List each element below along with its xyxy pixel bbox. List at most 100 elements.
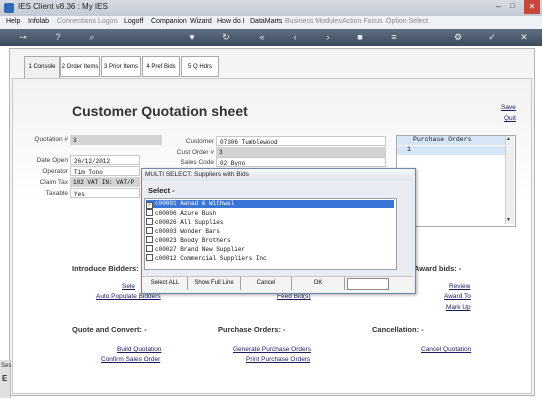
mark-up-link[interactable]: Mark Up	[446, 304, 471, 311]
key-icon[interactable]: ⊸	[14, 32, 32, 43]
cancel-button[interactable]: Cancel	[241, 277, 292, 290]
cust-order-label: Cust Order #	[176, 149, 214, 156]
toolbar: ⊸ ? ⌕ ♥ ↻ « ‹ › ■ ≡ ⚙ ✓ ✕	[0, 29, 542, 46]
generate-purchase-orders-link[interactable]: Generate Purchase Orders	[233, 346, 311, 353]
feed-bids-link[interactable]: Feed Bid(s)	[277, 293, 311, 300]
purchase-orders-header: Purchase Orders	[397, 136, 505, 145]
list-item[interactable]: c00026 All Supplies	[146, 218, 394, 226]
cust-order-field[interactable]: 3	[216, 147, 386, 157]
menu-help[interactable]: Help	[6, 18, 20, 25]
checkbox-icon[interactable]	[146, 254, 153, 261]
quotation-label: Quotation #	[34, 136, 68, 143]
taxable-field[interactable]: Yes	[70, 188, 140, 198]
filter-input[interactable]	[347, 278, 389, 290]
left-edge-letter: E	[2, 374, 8, 383]
operator-label: Operator	[42, 168, 68, 175]
tab-order-items[interactable]: 2 Order Items	[60, 56, 100, 77]
checkbox-icon[interactable]: ✓	[146, 202, 153, 209]
close-icon[interactable]: ✕	[518, 32, 530, 43]
tab-console[interactable]: 1 Console	[24, 56, 60, 79]
save-link[interactable]: Save	[501, 104, 516, 111]
menu-wizard[interactable]: Wizard	[190, 18, 212, 25]
claim-tax-label: Claim Tax	[39, 179, 68, 186]
quote-convert-heading: Quote and Convert: -	[72, 325, 147, 334]
build-quotation-link[interactable]: Build Quotation	[117, 346, 161, 353]
list-item[interactable]: c00003 Wonder Bars	[146, 227, 394, 235]
award-to-link[interactable]: Award To	[444, 293, 471, 300]
date-open-field[interactable]: 26/12/2012	[70, 155, 140, 165]
refresh-icon[interactable]: ↻	[220, 32, 232, 43]
introduce-bidders-heading: Introduce Bidders: -	[72, 264, 144, 273]
print-purchase-orders-link[interactable]: Print Purchase Orders	[246, 356, 310, 363]
close-window-button[interactable]: ✕	[524, 0, 540, 14]
rewind-icon[interactable]: «	[256, 32, 268, 43]
back-icon[interactable]: ‹	[289, 32, 301, 43]
menu-datamarts[interactable]: DataMarts	[250, 18, 282, 25]
operator-field[interactable]: Tim Tono	[70, 166, 140, 176]
quit-link[interactable]: Quit	[504, 115, 516, 122]
cancellation-heading: Cancellation: -	[372, 325, 424, 334]
ok-button[interactable]: OK	[292, 277, 345, 290]
cancel-quotation-link[interactable]: Cancel Quotation	[421, 346, 471, 353]
maximize-button[interactable]: □	[510, 1, 515, 10]
search-icon[interactable]: ⌕	[86, 32, 98, 43]
list-item[interactable]: ✓ c00001 Aanad & Withwal	[146, 200, 394, 209]
page-title: Customer Quotation sheet	[72, 103, 248, 119]
select-bidders-link[interactable]: Sele	[122, 283, 135, 290]
select-all-button[interactable]: Select ALL	[143, 277, 188, 290]
purchase-orders-row[interactable]: 1	[397, 146, 505, 155]
stop-icon[interactable]: ■	[354, 32, 366, 43]
menu-business-modules[interactable]: Business Modules	[285, 18, 342, 25]
heart-icon[interactable]: ♥	[186, 32, 198, 43]
menu-logoff[interactable]: Logoff	[124, 18, 143, 25]
forward-icon[interactable]: ›	[322, 32, 334, 43]
sales-code-field[interactable]: 02 Byno	[216, 157, 386, 167]
window-title: IES Client v8.36 : My IES	[18, 2, 108, 11]
menu-option-select[interactable]: Option Select	[386, 18, 428, 25]
check-icon[interactable]: ✓	[486, 32, 498, 43]
checkbox-icon[interactable]	[146, 218, 153, 225]
checkbox-icon[interactable]	[146, 245, 153, 252]
menu-how-do-i[interactable]: How do I	[217, 18, 245, 25]
menu-connections[interactable]: Connections	[57, 18, 96, 25]
left-edge-text: Ses	[1, 363, 12, 369]
review-link[interactable]: Review	[449, 283, 470, 290]
checkbox-icon[interactable]	[146, 209, 153, 216]
customer-field[interactable]: 07306 Tumblewood	[216, 136, 386, 146]
customer-label: Customer	[185, 138, 214, 145]
quotation-field[interactable]: 3	[70, 135, 162, 145]
taxable-label: Taxable	[45, 190, 68, 197]
menu-icon[interactable]: ≡	[388, 32, 400, 43]
settings-icon[interactable]: ⚙	[452, 32, 464, 43]
dialog-header: Select -	[148, 186, 175, 195]
menu-companion[interactable]: Companion	[151, 18, 187, 25]
list-item[interactable]: c00012 Commercial Suppliers Inc	[146, 254, 394, 262]
purchase-orders-heading: Purchase Orders: -	[218, 325, 286, 334]
checkbox-icon[interactable]	[146, 227, 153, 234]
list-item[interactable]: c00027 Brand New Supplier	[146, 245, 394, 253]
help-icon[interactable]: ?	[52, 32, 64, 43]
menu-bar: Help Infolab Connections Logon Logoff Co…	[0, 16, 542, 29]
menu-logon[interactable]: Logon	[98, 18, 117, 25]
minimize-button[interactable]: –	[496, 1, 501, 11]
show-full-line-button[interactable]: Show Full Line	[188, 277, 241, 290]
title-bar: IES Client v8.36 : My IES – □ ✕	[0, 0, 542, 17]
claim-tax-field[interactable]: 102 VAT IN: VAT/P	[70, 177, 140, 187]
checkbox-icon[interactable]	[146, 236, 153, 243]
dialog-title: MULTI SELECT: Suppliers with Bids	[142, 169, 413, 181]
app-icon	[4, 3, 14, 13]
sales-code-label: Sales Code	[180, 159, 214, 166]
scroll-down-icon[interactable]: ▼	[506, 217, 511, 223]
list-item[interactable]: c00006 Azure Bush	[146, 209, 394, 217]
menu-action-focus[interactable]: Action Focus	[342, 18, 382, 25]
tab-pref-bids[interactable]: 4 Pref Bids	[142, 56, 180, 77]
purchase-orders-scrollbar[interactable]	[505, 136, 514, 224]
tab-prior-items[interactable]: 3 Prior Items	[101, 56, 141, 77]
date-open-label: Date Open	[36, 157, 68, 164]
tab-q-hdrs[interactable]: 5 Q Hdrs	[181, 56, 219, 77]
confirm-sales-order-link[interactable]: Confirm Sales Order	[101, 356, 160, 363]
auto-populate-bidders-link[interactable]: Auto Populate Bidders	[96, 293, 161, 300]
menu-infolab[interactable]: Infolab	[28, 18, 49, 25]
list-item[interactable]: c00023 Boody Brothers	[146, 236, 394, 244]
scroll-up-icon[interactable]: ▲	[506, 136, 511, 142]
